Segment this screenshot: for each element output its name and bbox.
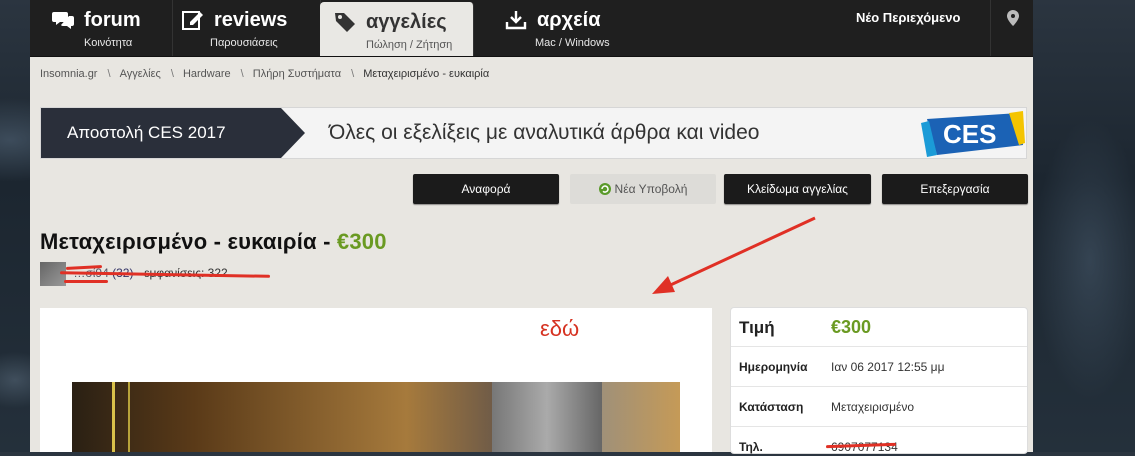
top-navigation: forum Κοινότητα reviews Παρουσιάσεις αγγ… (30, 0, 1033, 57)
ad-title-text: Μεταχειρισμένο - ευκαιρία - (40, 229, 337, 254)
nav-tab-sublabel: Πώληση / Ζήτηση (366, 39, 453, 51)
nav-tab-classifieds[interactable]: αγγελίες Πώληση / Ζήτηση (320, 2, 474, 56)
breadcrumb-item[interactable]: Πλήρη Συστήματα (253, 68, 341, 80)
tag-icon (335, 13, 355, 32)
photo-metal-case (492, 382, 602, 452)
info-row-condition: Κατάσταση Μεταχειρισμένο (731, 386, 1027, 427)
location-button[interactable] (990, 0, 1034, 56)
nav-tab-sublabel: Κοινότητα (84, 37, 133, 49)
info-label: Κατάσταση (739, 400, 804, 414)
new-submission-button[interactable]: Νέα Υποβολή (570, 174, 716, 204)
nav-tab-label: reviews (214, 9, 288, 31)
nav-tab-sublabel: Παρουσιάσεις (210, 37, 278, 49)
page-content: Insomnia.gr \ Αγγελίες \ Hardware \ Πλήρη Σ… (30, 57, 1033, 454)
info-value: €300 (831, 317, 872, 337)
nav-tab-reviews[interactable]: reviews Παρουσιάσεις (172, 0, 321, 56)
ces-logo: CES (921, 111, 1025, 157)
info-value: Μεταχειρισμένο (831, 400, 915, 414)
info-label: Ημερομηνία (739, 360, 808, 374)
edit-icon (182, 11, 203, 30)
nav-tab-forum[interactable]: forum Κοινότητα (30, 0, 173, 56)
nav-tab-label: forum (84, 9, 141, 31)
report-button[interactable]: Αναφορά (413, 174, 559, 204)
banner-title-box: Αποστολή CES 2017 (41, 108, 281, 158)
redaction-scribble (64, 280, 108, 283)
banner-arrow-shape (281, 108, 305, 158)
location-pin-icon (1007, 10, 1019, 26)
ad-content: εδώ (40, 308, 712, 452)
info-row-price: Τιμή €300 (731, 308, 1027, 347)
info-label: Τιμή (739, 318, 775, 337)
lock-ad-button[interactable]: Κλείδωμα αγγελίας (724, 174, 871, 204)
nav-tab-files[interactable]: αρχεία Mac / Windows (473, 0, 613, 56)
new-content-link[interactable]: Νέο Περιεχόμενο (856, 10, 960, 25)
nav-tab-sublabel: Mac / Windows (535, 37, 610, 49)
download-icon (505, 11, 527, 30)
edit-button[interactable]: Επεξεργασία (882, 174, 1028, 204)
banner-title: Αποστολή CES 2017 (67, 123, 226, 142)
ad-title-price: €300 (336, 229, 387, 254)
info-row-date: Ημερομηνία Ιαν 06 2017 12:55 μμ (731, 346, 1027, 387)
nav-tab-label: αγγελίες (366, 11, 447, 33)
breadcrumb-item[interactable]: Insomnia.gr (40, 68, 97, 80)
ces-banner[interactable]: Αποστολή CES 2017 Όλες οι εξελίξεις με α… (40, 107, 1027, 159)
breadcrumb-item[interactable]: Hardware (183, 68, 231, 80)
new-submission-label: Νέα Υποβολή (614, 182, 688, 196)
breadcrumb-current: Μεταχειρισμένο - ευκαιρία (363, 68, 490, 80)
breadcrumb-item[interactable]: Αγγελίες (120, 68, 161, 80)
ad-title: Μεταχειρισμένο - ευκαιρία - €300 (40, 229, 387, 255)
info-value: Ιαν 06 2017 12:55 μμ (831, 360, 945, 374)
nav-tab-label: αρχεία (537, 9, 601, 31)
photo-wire (128, 382, 130, 452)
ad-photo[interactable] (72, 382, 680, 452)
ces-logo-text: CES (943, 119, 996, 149)
photo-wire (112, 382, 115, 452)
banner-text: Όλες οι εξελίξεις με αναλυτικά άρθρα και… (329, 121, 760, 144)
ad-info-panel: Τιμή €300 Ημερομηνία Ιαν 06 2017 12:55 μ… (730, 307, 1028, 454)
refresh-icon (598, 183, 611, 195)
annotation-text: εδώ (540, 316, 580, 341)
chat-icon (52, 12, 74, 29)
breadcrumb: Insomnia.gr \ Αγγελίες \ Hardware \ Πλήρη Σ… (40, 68, 490, 80)
